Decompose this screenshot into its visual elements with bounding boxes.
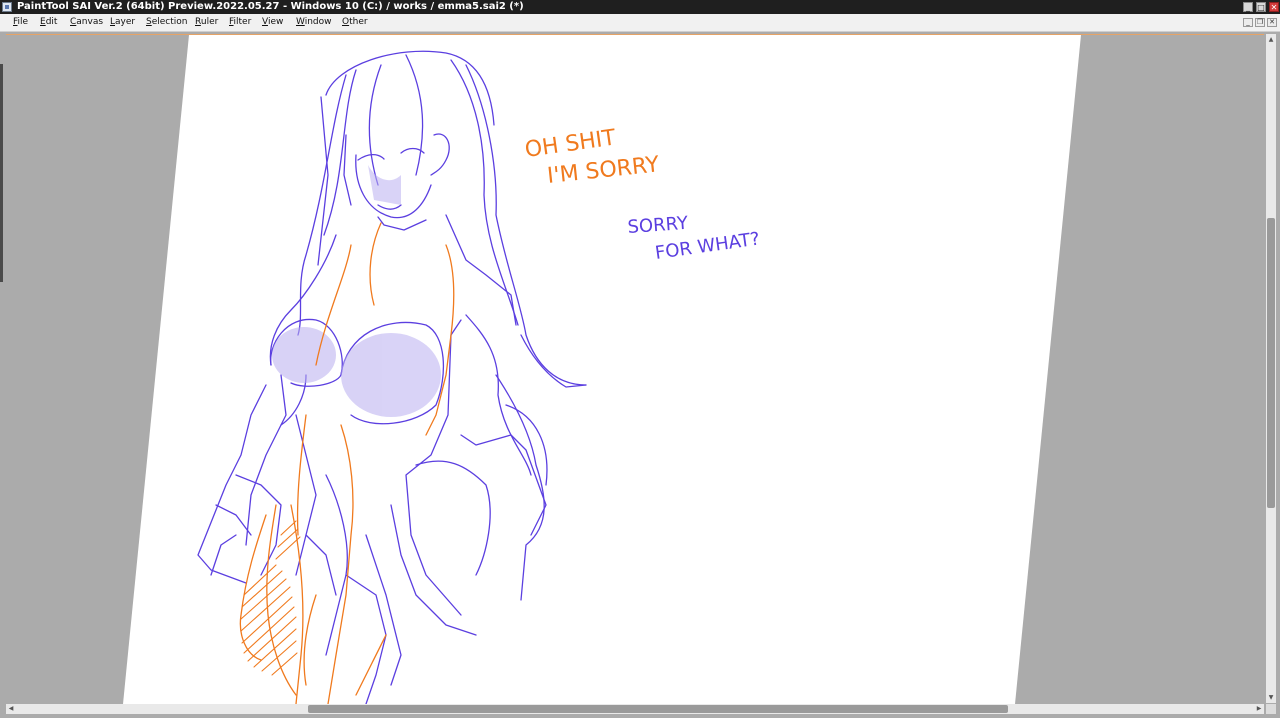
scroll-down-arrow[interactable]: ▼ xyxy=(1266,694,1276,701)
horizontal-scrollbar[interactable]: ◀ ▶ xyxy=(6,704,1264,714)
menu-canvas-label: anvas xyxy=(76,17,104,27)
menu-view[interactable]: View xyxy=(262,14,283,31)
menu-ruler-label: uler xyxy=(200,17,219,27)
menu-filter-label: ilter xyxy=(233,17,252,27)
scrollbar-corner xyxy=(1266,704,1276,714)
menu-other-label: ther xyxy=(349,17,368,27)
vertical-scrollbar[interactable]: ▲ ▼ xyxy=(1266,34,1276,703)
doc-close-button[interactable]: ✕ xyxy=(1267,18,1277,27)
menu-selection-label: election xyxy=(151,17,188,27)
minimize-button[interactable]: _ xyxy=(1243,2,1253,12)
close-button[interactable]: ✕ xyxy=(1269,2,1279,12)
menu-edit[interactable]: Edit xyxy=(40,14,57,31)
maximize-button[interactable]: □ xyxy=(1256,2,1266,12)
doc-restore-button[interactable]: ❐ xyxy=(1255,18,1265,27)
menu-file-label: ile xyxy=(17,17,29,27)
scroll-right-arrow[interactable]: ▶ xyxy=(1254,705,1264,712)
doc-minimize-button[interactable]: _ xyxy=(1243,18,1253,27)
menu-window-accel: W xyxy=(296,17,305,27)
menu-ruler[interactable]: Ruler xyxy=(195,14,218,31)
left-panel-edge xyxy=(0,64,3,282)
menu-layer-label: ayer xyxy=(115,17,136,27)
menu-edit-label: dit xyxy=(45,17,58,27)
menu-selection[interactable]: Selection xyxy=(146,14,187,31)
scroll-up-arrow[interactable]: ▲ xyxy=(1266,36,1276,43)
menu-layer[interactable]: Layer xyxy=(110,14,135,31)
canvas-viewport[interactable]: OH SHIT I'M SORRY SORRY FOR WHAT? xyxy=(6,34,1264,704)
menu-window-label: indow xyxy=(304,17,332,27)
menu-other[interactable]: Other xyxy=(342,14,368,31)
app-icon xyxy=(2,2,12,12)
menu-canvas[interactable]: Canvas xyxy=(70,14,103,31)
vertical-scroll-thumb[interactable] xyxy=(1267,218,1275,508)
menu-view-label: iew xyxy=(267,17,284,27)
menu-filter[interactable]: Filter xyxy=(229,14,251,31)
window-title: PaintTool SAI Ver.2 (64bit) Preview.2022… xyxy=(17,1,524,12)
menu-bar: File Edit Canvas Layer Selection Ruler F… xyxy=(0,14,1280,32)
title-bar: PaintTool SAI Ver.2 (64bit) Preview.2022… xyxy=(0,0,1280,14)
menu-file[interactable]: File xyxy=(13,14,28,31)
blue-dialogue-line1: SORRY xyxy=(627,213,690,238)
canvas-drawing[interactable]: OH SHIT I'M SORRY SORRY FOR WHAT? xyxy=(6,35,1264,704)
scroll-left-arrow[interactable]: ◀ xyxy=(6,705,16,712)
horizontal-scroll-thumb[interactable] xyxy=(308,705,1008,713)
menu-window[interactable]: Window xyxy=(296,14,332,31)
